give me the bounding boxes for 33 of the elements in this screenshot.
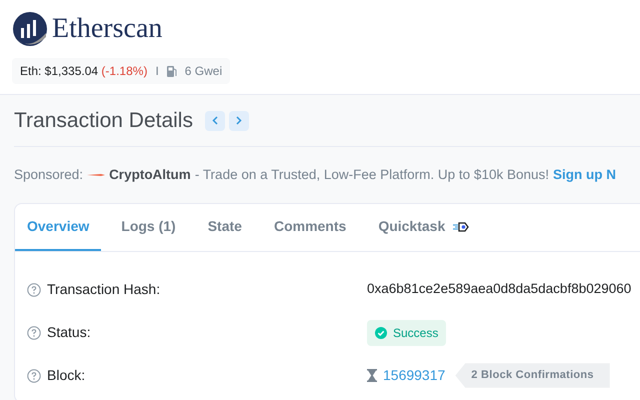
separator: I xyxy=(155,63,159,80)
sponsor-text: - Trade on a Trusted, Low-Fee Platform. Up to $10k Bonus! xyxy=(194,166,549,184)
next-button[interactable] xyxy=(228,110,249,130)
field-label: Status: xyxy=(47,323,91,342)
help-icon xyxy=(27,282,41,296)
rocket-icon xyxy=(453,222,470,232)
confirmations-badge: 2 Block Confirmations xyxy=(455,363,610,388)
gas-pump-icon xyxy=(166,66,177,76)
check-circle-icon xyxy=(375,326,387,338)
page-title: Transaction Details xyxy=(14,108,193,134)
brand-name[interactable]: Etherscan xyxy=(52,8,162,50)
tab[interactable]: Quicktask xyxy=(366,204,482,251)
logo-icon xyxy=(12,11,48,47)
sign-up-link[interactable]: Sign up N xyxy=(553,164,616,186)
sponsored-label: Sponsored: xyxy=(14,166,84,184)
tab[interactable]: Logs (1) xyxy=(109,204,188,251)
previous-button[interactable] xyxy=(204,110,225,130)
hourglass-icon xyxy=(367,369,377,382)
help-icon xyxy=(27,368,41,382)
chevron-right-icon xyxy=(236,116,242,125)
field-label: Transaction Hash: xyxy=(47,280,160,299)
sponsor-name: CryptoAltum xyxy=(109,166,191,184)
block-link[interactable]: 15699317 xyxy=(383,365,446,386)
tab[interactable]: State xyxy=(196,204,254,251)
gas-price: 6 Gwei xyxy=(184,63,222,80)
help-icon xyxy=(27,326,41,340)
transaction-hash: 0xa6b81ce2e589aea0d8da5dacbf8b029060 xyxy=(367,280,632,298)
tab[interactable]: Overview xyxy=(15,204,102,251)
status-badge: Success xyxy=(367,320,446,346)
tab[interactable]: Comments xyxy=(262,204,358,251)
eth-price: Eth: $1,335.04 (-1.18%) xyxy=(20,63,148,80)
field-label: Block: xyxy=(47,366,86,385)
chevron-left-icon xyxy=(212,116,218,125)
